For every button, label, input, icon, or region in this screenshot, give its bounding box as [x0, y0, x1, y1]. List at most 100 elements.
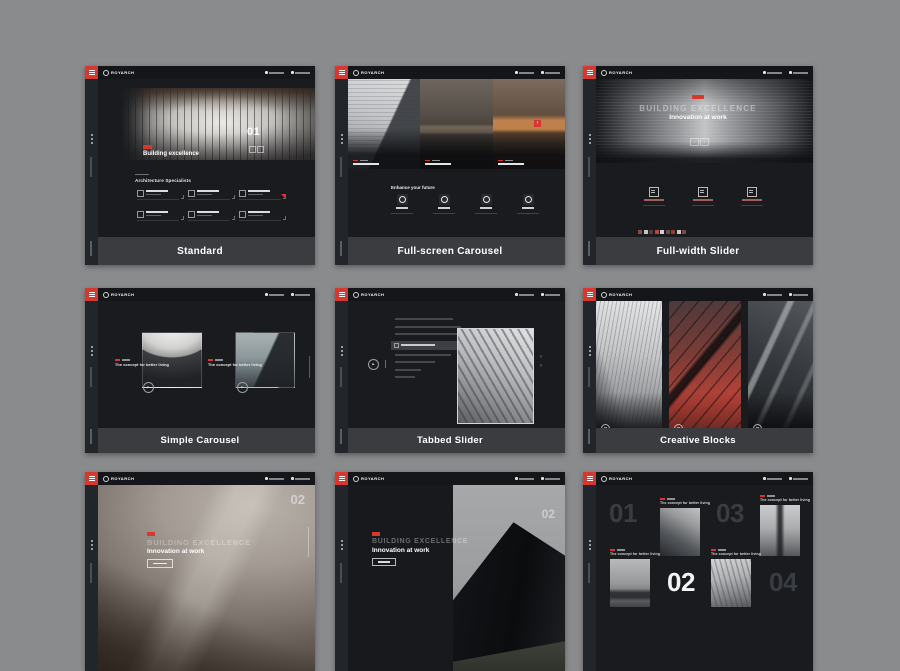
- service-item[interactable]: [188, 211, 236, 222]
- service-item[interactable]: [137, 211, 185, 222]
- social-icons[interactable]: [341, 540, 343, 542]
- demo-tile-hero-slider[interactable]: ROYARCH 02 BUILDING EXCELLENCE Innovatio…: [85, 472, 315, 671]
- email-link[interactable]: [789, 477, 808, 480]
- thumbnail[interactable]: [649, 230, 653, 234]
- menu-icon[interactable]: [583, 66, 596, 79]
- feature-item[interactable]: [643, 187, 665, 206]
- thumbnail[interactable]: [660, 230, 664, 234]
- tab-item[interactable]: [395, 318, 453, 320]
- phone-link[interactable]: [265, 477, 284, 480]
- social-icons[interactable]: [589, 346, 591, 348]
- menu-icon[interactable]: [85, 472, 98, 485]
- tab-item[interactable]: [395, 354, 451, 356]
- menu-icon[interactable]: [583, 472, 596, 485]
- phone-link[interactable]: [265, 293, 284, 296]
- feature-item[interactable]: [391, 194, 413, 214]
- thumbnail[interactable]: [644, 230, 648, 234]
- menu-icon[interactable]: [335, 66, 348, 79]
- demo-tile-numbered-grid[interactable]: ROYARCH 01 The concept for better living…: [583, 472, 813, 671]
- cta-button[interactable]: [372, 558, 396, 566]
- thumbnail[interactable]: [677, 230, 681, 234]
- site-logo[interactable]: ROYARCH: [601, 292, 632, 298]
- social-icons[interactable]: [91, 346, 93, 348]
- tab-item[interactable]: [395, 361, 435, 363]
- social-icons[interactable]: [341, 346, 343, 348]
- demo-tile-simple-carousel[interactable]: ROYARCH The concept for better living Th…: [85, 288, 315, 453]
- phone-link[interactable]: [515, 71, 534, 74]
- prev-slide-button[interactable]: [249, 146, 256, 153]
- carousel-slide-image[interactable]: [235, 332, 295, 388]
- prev-slide-button[interactable]: ‹: [690, 138, 699, 146]
- email-link[interactable]: [789, 71, 808, 74]
- feature-item[interactable]: [741, 187, 763, 206]
- site-logo[interactable]: ROYARCH: [601, 476, 632, 482]
- phone-link[interactable]: [515, 477, 534, 480]
- play-button[interactable]: ▶: [237, 382, 248, 393]
- social-icons[interactable]: [91, 540, 93, 542]
- email-link[interactable]: [789, 293, 808, 296]
- site-logo[interactable]: ROYARCH: [601, 70, 632, 76]
- menu-icon[interactable]: [335, 472, 348, 485]
- site-logo[interactable]: ROYARCH: [353, 70, 384, 76]
- demo-tile-fullwidth-slider[interactable]: ROYARCH BUILDING EXCELLENCE Innovation a…: [583, 66, 813, 265]
- feature-item[interactable]: [517, 194, 539, 214]
- tab-item[interactable]: [395, 376, 415, 378]
- site-logo[interactable]: ROYARCH: [103, 70, 134, 76]
- phone-link[interactable]: [763, 293, 782, 296]
- email-link[interactable]: [291, 71, 310, 74]
- email-link[interactable]: [541, 477, 560, 480]
- site-logo[interactable]: ROYARCH: [353, 292, 384, 298]
- thumbnail[interactable]: [671, 230, 675, 234]
- menu-icon[interactable]: [85, 66, 98, 79]
- demo-tile-split-hero[interactable]: ROYARCH 02 BUILDING EXCELLENCE Innovatio…: [335, 472, 565, 671]
- social-icons[interactable]: [589, 540, 591, 542]
- play-button[interactable]: ▶: [368, 359, 379, 370]
- thumbnail[interactable]: [638, 230, 642, 234]
- thumbnail[interactable]: [666, 230, 670, 234]
- service-item[interactable]: [137, 190, 185, 201]
- phone-link[interactable]: [763, 71, 782, 74]
- phone-link[interactable]: [265, 71, 284, 74]
- thumbnail[interactable]: [655, 230, 659, 234]
- cta-button[interactable]: [147, 559, 173, 568]
- carousel-slide[interactable]: [493, 79, 565, 169]
- next-slide-button[interactable]: ›: [534, 120, 541, 127]
- thumbnail[interactable]: [682, 230, 686, 234]
- site-logo[interactable]: ROYARCH: [103, 476, 134, 482]
- feature-item[interactable]: [433, 194, 455, 214]
- menu-icon[interactable]: [583, 288, 596, 301]
- next-slide-button[interactable]: [257, 146, 264, 153]
- service-item[interactable]: [239, 190, 287, 201]
- site-logo[interactable]: ROYARCH: [353, 476, 384, 482]
- site-logo[interactable]: ROYARCH: [103, 292, 134, 298]
- service-item[interactable]: [188, 190, 236, 201]
- email-link[interactable]: [541, 71, 560, 74]
- play-button[interactable]: ▶: [143, 382, 154, 393]
- carousel-slide[interactable]: [420, 79, 492, 169]
- tab-item[interactable]: [395, 326, 461, 328]
- demo-tile-tabbed-slider[interactable]: ROYARCH ▶ ‹ › Tabbed Slider: [335, 288, 565, 453]
- email-link[interactable]: [291, 477, 310, 480]
- next-slide-button[interactable]: ›: [700, 138, 709, 146]
- tab-item[interactable]: [395, 369, 421, 371]
- service-item[interactable]: [239, 211, 287, 222]
- portfolio-image[interactable]: [760, 505, 800, 556]
- menu-icon[interactable]: [335, 288, 348, 301]
- social-icons[interactable]: [91, 134, 93, 136]
- social-icons[interactable]: [341, 134, 343, 136]
- social-icons[interactable]: [589, 134, 591, 136]
- demo-tile-standard[interactable]: ROYARCH Building excellence 01 Architect…: [85, 66, 315, 265]
- portfolio-image[interactable]: [660, 508, 700, 556]
- carousel-slide[interactable]: [348, 79, 420, 169]
- phone-link[interactable]: [515, 293, 534, 296]
- demo-tile-fullscreen-carousel[interactable]: ROYARCH ‹ › Enhance your future Full-scr…: [335, 66, 565, 265]
- tab-item[interactable]: [395, 333, 457, 335]
- email-link[interactable]: [541, 293, 560, 296]
- demo-tile-creative-blocks[interactable]: ROYARCH 01 The concept for better living…: [583, 288, 813, 453]
- prev-slide-button[interactable]: ‹: [540, 354, 542, 360]
- feature-item[interactable]: [475, 194, 497, 214]
- feature-item[interactable]: [692, 187, 714, 206]
- phone-link[interactable]: [763, 477, 782, 480]
- tab-item-active[interactable]: [391, 341, 462, 350]
- carousel-slide-image[interactable]: [142, 332, 202, 388]
